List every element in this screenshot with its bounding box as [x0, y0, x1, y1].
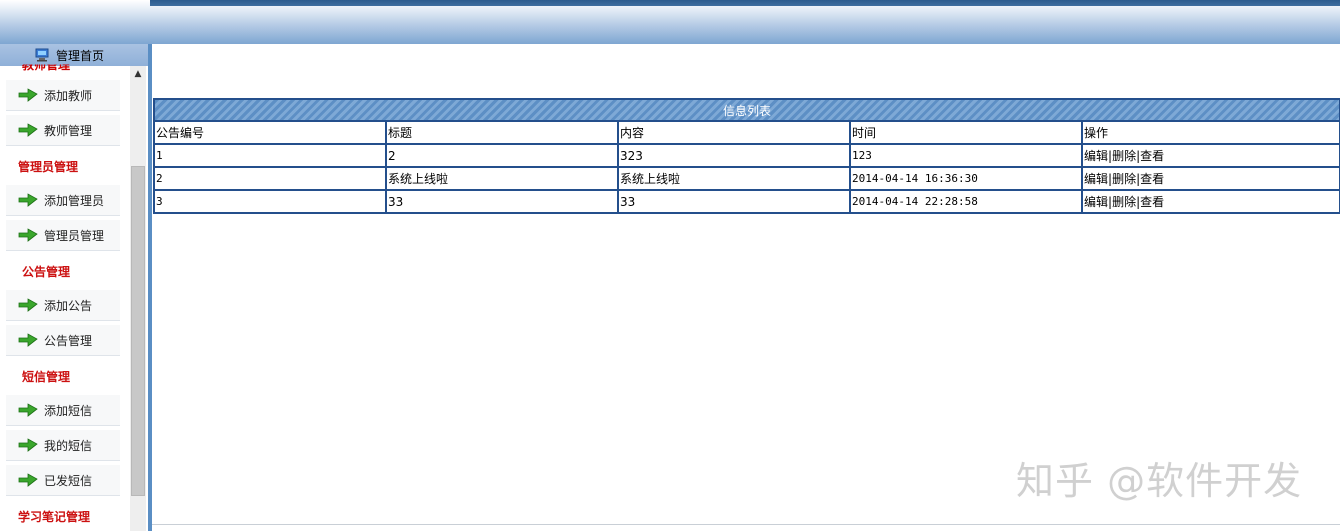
- top-banner-strip: [150, 0, 1340, 6]
- green-arrow-icon: [18, 298, 38, 312]
- sidebar-item-label: 教师管理: [44, 123, 93, 138]
- view-link[interactable]: 查看: [1140, 172, 1164, 186]
- green-arrow-icon: [18, 438, 38, 452]
- column-header-time: 时间: [849, 120, 1083, 145]
- cell-title: 系统上线啦: [385, 166, 619, 191]
- sidebar-item-label: 添加教师: [44, 88, 93, 103]
- edit-link[interactable]: 编辑: [1084, 149, 1108, 163]
- delete-link[interactable]: 删除: [1112, 172, 1136, 186]
- cell-time: 2014-04-14 16:36:30: [849, 166, 1083, 191]
- cell-content: 33: [617, 189, 851, 214]
- column-header-content: 内容: [617, 120, 851, 145]
- sidebar-item-add-teacher[interactable]: 添加教师: [6, 80, 120, 111]
- sidebar-item-add-admin[interactable]: 添加管理员: [6, 185, 120, 216]
- info-list-table: 信息列表 公告编号 标题 内容 时间 操作 1 2 323 123 编辑|删除|…: [152, 98, 1340, 214]
- column-header-id: 公告编号: [153, 120, 387, 145]
- top-banner: [0, 0, 1340, 44]
- column-header-title: 标题: [385, 120, 619, 145]
- green-arrow-icon: [18, 403, 38, 417]
- bottom-rule: [152, 524, 1340, 525]
- table-header-row: 公告编号 标题 内容 时间 操作: [153, 120, 1340, 145]
- cell-actions: 编辑|删除|查看: [1080, 189, 1340, 214]
- sidebar-item-label: 我的短信: [44, 438, 93, 453]
- sidebar-item-label: 添加管理员: [44, 193, 105, 208]
- scroll-up-arrow-icon[interactable]: ▲: [130, 66, 146, 82]
- table-row: 2 系统上线啦 系统上线啦 2014-04-14 16:36:30 编辑|删除|…: [153, 166, 1340, 191]
- cell-id: 3: [153, 189, 387, 214]
- view-link[interactable]: 查看: [1140, 149, 1164, 163]
- sidebar-item-admin-manage[interactable]: 管理员管理: [6, 220, 120, 251]
- cell-content: 323: [617, 143, 851, 168]
- green-arrow-icon: [18, 88, 38, 102]
- sidebar-item-label: 公告管理: [44, 333, 93, 348]
- cell-time: 123: [849, 143, 1083, 168]
- home-link[interactable]: 管理首页: [34, 46, 104, 64]
- cell-title: 2: [385, 143, 619, 168]
- sidebar-item-teacher-manage[interactable]: 教师管理: [6, 115, 120, 146]
- sidebar-group-notes: 学习笔记管理: [18, 510, 91, 524]
- delete-link[interactable]: 删除: [1112, 195, 1136, 209]
- watermark: 知乎 @软件开发: [1016, 459, 1303, 503]
- green-arrow-icon: [18, 473, 38, 487]
- sidebar-item-label: 已发短信: [44, 473, 93, 488]
- sidebar-group-admin: 管理员管理: [18, 160, 79, 174]
- column-header-actions: 操作: [1080, 120, 1340, 145]
- cell-id: 1: [153, 143, 387, 168]
- cell-content: 系统上线啦: [617, 166, 851, 191]
- sidebar-group-notice: 公告管理: [22, 265, 71, 279]
- sidebar: 教师管理 管理首页 添加教师 教师管理 管理员管理 添加管理员 管理员管理 公告…: [0, 44, 148, 531]
- sidebar-item-add-sms[interactable]: 添加短信: [6, 395, 120, 426]
- home-link-label: 管理首页: [56, 48, 105, 63]
- sidebar-item-label: 添加公告: [44, 298, 93, 313]
- scrollbar-thumb[interactable]: [131, 166, 145, 496]
- green-arrow-icon: [18, 193, 38, 207]
- edit-link[interactable]: 编辑: [1084, 172, 1108, 186]
- cell-actions: 编辑|删除|查看: [1080, 166, 1340, 191]
- green-arrow-icon: [18, 228, 38, 242]
- table-row: 3 33 33 2014-04-14 22:28:58 编辑|删除|查看: [153, 189, 1340, 214]
- cell-actions: 编辑|删除|查看: [1080, 143, 1340, 168]
- sidebar-item-my-sms[interactable]: 我的短信: [6, 430, 120, 461]
- sidebar-item-label: 管理员管理: [44, 228, 105, 243]
- view-link[interactable]: 查看: [1140, 195, 1164, 209]
- sidebar-item-label: 添加短信: [44, 403, 93, 418]
- sidebar-item-notice-manage[interactable]: 公告管理: [6, 325, 120, 356]
- delete-link[interactable]: 删除: [1112, 149, 1136, 163]
- green-arrow-icon: [18, 333, 38, 347]
- sidebar-item-sent-sms[interactable]: 已发短信: [6, 465, 120, 496]
- sidebar-group-sms: 短信管理: [22, 370, 71, 384]
- sidebar-scrollbar[interactable]: ▲: [130, 66, 146, 531]
- cell-title: 33: [385, 189, 619, 214]
- table-caption: 信息列表: [152, 98, 1340, 122]
- computer-icon: [35, 48, 49, 62]
- green-arrow-icon: [18, 123, 38, 137]
- edit-link[interactable]: 编辑: [1084, 195, 1108, 209]
- sidebar-item-add-notice[interactable]: 添加公告: [6, 290, 120, 321]
- cell-id: 2: [153, 166, 387, 191]
- cell-time: 2014-04-14 22:28:58: [849, 189, 1083, 214]
- table-row: 1 2 323 123 编辑|删除|查看: [153, 143, 1340, 168]
